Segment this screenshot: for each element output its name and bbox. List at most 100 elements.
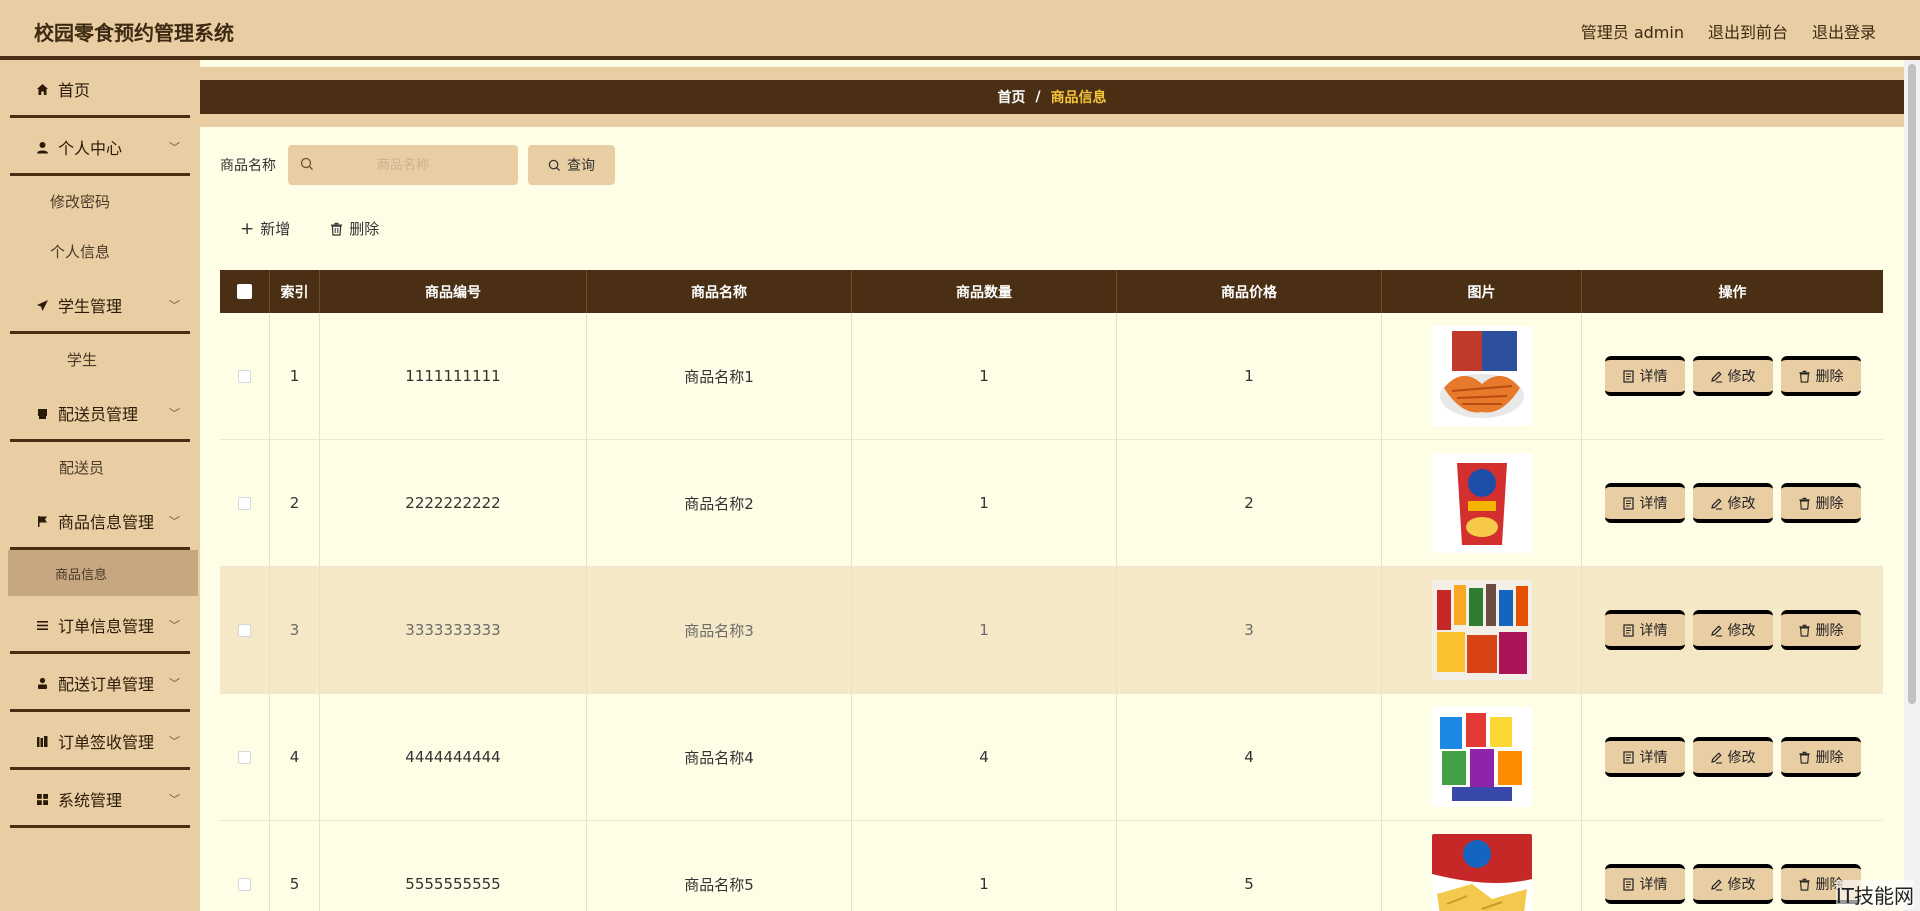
cell-code: 5555555555 bbox=[320, 821, 587, 911]
edit-button-label: 修改 bbox=[1727, 877, 1756, 893]
sidebar-item-home[interactable]: 首页 bbox=[0, 60, 200, 118]
edit-button[interactable]: 修改 bbox=[1692, 356, 1773, 396]
plus-icon: + bbox=[240, 218, 255, 239]
detail-button-label: 详情 bbox=[1639, 369, 1668, 385]
sidebar-item-system-mgmt[interactable]: 系统管理 ﹀ bbox=[0, 770, 200, 828]
delete-button[interactable]: 删除 bbox=[1780, 483, 1861, 523]
sidebar-item-personal[interactable]: 个人中心 ﹀ bbox=[0, 118, 200, 176]
detail-button[interactable]: 详情 bbox=[1604, 864, 1685, 904]
detail-button[interactable]: 详情 bbox=[1604, 356, 1685, 396]
detail-button-label: 详情 bbox=[1639, 623, 1668, 639]
add-button-label: 新增 bbox=[260, 220, 291, 238]
edit-button[interactable]: 修改 bbox=[1692, 610, 1773, 650]
edit-button[interactable]: 修改 bbox=[1692, 864, 1773, 904]
query-button-label: 查询 bbox=[567, 158, 595, 174]
product-image[interactable] bbox=[1431, 580, 1532, 680]
flag-icon bbox=[34, 515, 50, 528]
row-select-cell bbox=[220, 821, 270, 911]
query-button[interactable]: 查询 bbox=[528, 145, 615, 185]
edit-icon bbox=[1710, 497, 1722, 510]
delete-button[interactable]: 删除 bbox=[1780, 610, 1861, 650]
sidebar-item-courier-mgmt[interactable]: 配送员管理 ﹀ bbox=[0, 384, 200, 442]
sidebar-item-student-mgmt[interactable]: 学生管理 ﹀ bbox=[0, 276, 200, 334]
document-icon bbox=[1622, 496, 1634, 510]
detail-button[interactable]: 详情 bbox=[1604, 610, 1685, 650]
sidebar-subitem-change-password[interactable]: 修改密码 bbox=[0, 176, 200, 226]
search-row: 商品名称 查询 bbox=[220, 145, 615, 185]
detail-button[interactable]: 详情 bbox=[1604, 483, 1685, 523]
column-header: 索引 bbox=[270, 270, 320, 313]
edit-button[interactable]: 修改 bbox=[1692, 483, 1773, 523]
books-icon bbox=[34, 735, 50, 748]
column-header: 操作 bbox=[1718, 284, 1747, 301]
edit-button[interactable]: 修改 bbox=[1692, 737, 1773, 777]
edit-button-label: 修改 bbox=[1727, 369, 1756, 385]
delete-button[interactable]: 删除 bbox=[1780, 737, 1861, 777]
product-image[interactable] bbox=[1431, 453, 1532, 553]
document-icon bbox=[1622, 877, 1634, 891]
sidebar-item-order-mgmt[interactable]: 订单信息管理 ﹀ bbox=[0, 596, 200, 654]
home-icon bbox=[34, 83, 50, 96]
sidebar-item-label: 订单信息管理 bbox=[58, 617, 155, 636]
product-image[interactable] bbox=[1431, 326, 1532, 426]
sidebar: 首页 个人中心 ﹀ 修改密码 个人信息 学生管理 ﹀ 学生 配送员管理 ﹀ 配送… bbox=[0, 60, 200, 911]
cell-price: 4 bbox=[1117, 694, 1382, 820]
column-header: 商品数量 bbox=[852, 270, 1117, 313]
watermark: IT技能网 bbox=[1835, 880, 1914, 909]
sidebar-subitem-student[interactable]: 学生 bbox=[0, 334, 200, 384]
trash-icon bbox=[331, 222, 343, 236]
cell-name: 商品名称5 bbox=[587, 821, 852, 911]
search-input[interactable] bbox=[288, 145, 518, 185]
product-image[interactable] bbox=[1431, 834, 1532, 911]
list-icon bbox=[34, 619, 50, 632]
cell-operations: 详情 修改 删除 bbox=[1582, 567, 1883, 693]
table-row[interactable]: 4 4444444444 商品名称4 4 4 详情 修改 删除 bbox=[220, 694, 1883, 821]
sidebar-item-label: 系统管理 bbox=[58, 791, 123, 810]
column-header: 商品名称 bbox=[587, 270, 852, 313]
sidebar-subitem-personal-info[interactable]: 个人信息 bbox=[0, 226, 200, 276]
table-row[interactable]: 2 2222222222 商品名称2 1 2 详情 修改 删除 bbox=[220, 440, 1883, 567]
table-row[interactable]: 1 1111111111 商品名称1 1 1 详情 修改 删除 bbox=[220, 313, 1883, 440]
row-select-cell bbox=[220, 440, 270, 566]
detail-button[interactable]: 详情 bbox=[1604, 737, 1685, 777]
row-checkbox[interactable] bbox=[238, 623, 251, 637]
sidebar-item-goods-mgmt[interactable]: 商品信息管理 ﹀ bbox=[0, 492, 200, 550]
delete-button[interactable]: 删除 bbox=[1780, 356, 1861, 396]
row-checkbox[interactable] bbox=[238, 877, 251, 891]
cell-qty: 1 bbox=[852, 313, 1117, 439]
table-row[interactable]: 5 5555555555 商品名称5 1 5 详情 修改 删除 bbox=[220, 821, 1883, 911]
cell-name: 商品名称4 bbox=[587, 694, 852, 820]
back-to-front-link[interactable]: 退出到前台 bbox=[1708, 19, 1788, 43]
action-row: + 新增 删除 bbox=[240, 218, 379, 239]
cell-operations: 详情 修改 删除 bbox=[1582, 694, 1883, 820]
table-row[interactable]: 3 3333333333 商品名称3 1 3 详情 修改 删除 bbox=[220, 567, 1883, 694]
scrollbar-thumb[interactable] bbox=[1908, 64, 1916, 704]
user-icon bbox=[34, 141, 50, 154]
detail-button-label: 详情 bbox=[1639, 496, 1668, 512]
logout-link[interactable]: 退出登录 bbox=[1812, 19, 1876, 43]
detail-button-label: 详情 bbox=[1639, 877, 1668, 893]
cell-qty: 1 bbox=[852, 567, 1117, 693]
cell-code: 3333333333 bbox=[320, 567, 587, 693]
page-scrollbar[interactable] bbox=[1904, 60, 1920, 911]
row-checkbox[interactable] bbox=[238, 369, 251, 383]
breadcrumb-home[interactable]: 首页 bbox=[997, 87, 1025, 107]
row-checkbox[interactable] bbox=[238, 496, 251, 510]
sidebar-item-label: 配送订单管理 bbox=[58, 675, 155, 694]
table-body: 1 1111111111 商品名称1 1 1 详情 修改 删除 2 2222222222 商品名称2… bbox=[220, 313, 1883, 911]
sidebar-subitem-courier[interactable]: 配送员 bbox=[0, 442, 200, 492]
trash-icon bbox=[1798, 624, 1810, 637]
row-checkbox[interactable] bbox=[238, 750, 251, 764]
sidebar-subitem-goods-info[interactable]: 商品信息 bbox=[8, 550, 198, 596]
add-button[interactable]: + 新增 bbox=[240, 218, 290, 239]
delete-button-label: 删除 bbox=[1815, 623, 1844, 639]
select-all-checkbox[interactable] bbox=[237, 284, 252, 299]
main-content: 首页 / 商品信息 商品名称 查询 + 新增 删除 索引 商品编号 商品 bbox=[200, 60, 1904, 911]
sidebar-item-delivery-order-mgmt[interactable]: 配送订单管理 ﹀ bbox=[0, 654, 200, 712]
edit-button-label: 修改 bbox=[1727, 623, 1756, 639]
product-image[interactable] bbox=[1431, 707, 1532, 807]
sidebar-item-receipt-mgmt[interactable]: 订单签收管理 ﹀ bbox=[0, 712, 200, 770]
person-icon bbox=[34, 677, 50, 690]
edit-icon bbox=[1710, 751, 1722, 764]
batch-delete-button[interactable]: 删除 bbox=[330, 218, 379, 239]
